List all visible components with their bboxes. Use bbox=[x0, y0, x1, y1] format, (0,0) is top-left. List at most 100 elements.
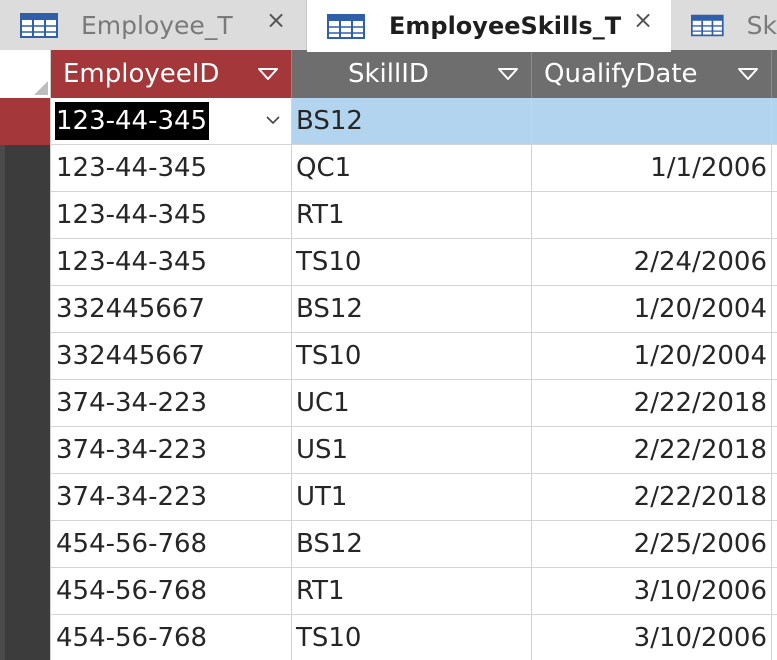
tab-label: EmployeeSkills_T bbox=[389, 12, 622, 40]
qualifydate-cell[interactable]: 3/10/2006 bbox=[532, 615, 772, 660]
table-icon bbox=[691, 14, 724, 36]
employeeid-combo-cell[interactable]: 123-44-345 bbox=[51, 98, 292, 144]
table-row[interactable]: 123-44-345 TS10 2/24/2006 bbox=[0, 239, 777, 286]
tab-label: Sk bbox=[746, 10, 777, 40]
record-selector[interactable] bbox=[0, 521, 51, 568]
record-selector[interactable] bbox=[0, 145, 51, 192]
skillid-cell[interactable]: BS12 bbox=[292, 521, 532, 567]
table-icon bbox=[20, 12, 58, 38]
employeeid-cell[interactable]: 123-44-345 bbox=[51, 145, 292, 191]
next-column-cell[interactable] bbox=[772, 568, 777, 614]
employeeid-cell[interactable]: 332445667 bbox=[51, 286, 292, 332]
table-row[interactable]: 332445667 TS10 1/20/2004 bbox=[0, 333, 777, 380]
qualifydate-cell[interactable]: 2/22/2018 bbox=[532, 380, 772, 426]
employeeid-cell[interactable]: 454-56-768 bbox=[51, 615, 292, 660]
next-column-cell[interactable] bbox=[772, 427, 777, 473]
column-header-label: SkillID bbox=[348, 59, 429, 89]
table-row[interactable]: 123-44-345 RT1 bbox=[0, 192, 777, 239]
column-header-qualifydate[interactable]: QualifyDate bbox=[532, 50, 772, 98]
employeeid-cell[interactable]: 454-56-768 bbox=[51, 521, 292, 567]
record-selector[interactable] bbox=[0, 286, 51, 333]
qualifydate-cell[interactable]: 2/22/2018 bbox=[532, 474, 772, 520]
qualifydate-cell[interactable]: 1/1/2006 bbox=[532, 145, 772, 191]
record-selector[interactable] bbox=[0, 474, 51, 521]
record-selector[interactable] bbox=[0, 615, 51, 660]
next-column-cell[interactable] bbox=[772, 615, 777, 660]
document-tab-strip: Employee_T × EmployeeSkills_T × Sk bbox=[0, 0, 777, 52]
record-selector[interactable] bbox=[0, 98, 51, 145]
skillid-cell[interactable]: QC1 bbox=[292, 145, 532, 191]
next-column-cell[interactable] bbox=[772, 98, 777, 144]
skillid-cell[interactable]: TS10 bbox=[292, 239, 532, 285]
close-icon[interactable]: × bbox=[266, 8, 286, 32]
employeeid-combo-text[interactable]: 123-44-345 bbox=[55, 102, 210, 140]
skillid-cell[interactable]: TS10 bbox=[292, 333, 532, 379]
skillid-cell[interactable]: TS10 bbox=[292, 615, 532, 660]
tab-sk[interactable]: Sk bbox=[671, 0, 777, 50]
employeeid-cell[interactable]: 374-34-223 bbox=[51, 380, 292, 426]
record-selector[interactable] bbox=[0, 380, 51, 427]
next-column-cell[interactable] bbox=[772, 333, 777, 379]
qualifydate-cell[interactable]: 2/25/2006 bbox=[532, 521, 772, 567]
table-row[interactable]: 123-44-345 QC1 1/1/2006 bbox=[0, 145, 777, 192]
table-row[interactable]: 454-56-768 TS10 3/10/2006 bbox=[0, 615, 777, 660]
column-header-employeeid[interactable]: EmployeeID bbox=[51, 50, 292, 98]
record-selector-strip bbox=[0, 98, 5, 145]
skillid-cell[interactable]: BS12 bbox=[292, 98, 532, 144]
qualifydate-cell[interactable]: 1/20/2004 bbox=[532, 333, 772, 379]
qualifydate-cell[interactable] bbox=[532, 98, 772, 144]
record-selector[interactable] bbox=[0, 239, 51, 286]
close-icon[interactable]: × bbox=[633, 8, 653, 32]
table-row[interactable]: 454-56-768 RT1 3/10/2006 bbox=[0, 568, 777, 615]
column-header-next-partial[interactable] bbox=[772, 50, 777, 98]
filter-dropdown-icon[interactable] bbox=[497, 67, 519, 81]
employeeid-cell[interactable]: 123-44-345 bbox=[51, 239, 292, 285]
next-column-cell[interactable] bbox=[772, 192, 777, 238]
next-column-cell[interactable] bbox=[772, 286, 777, 332]
next-column-cell[interactable] bbox=[772, 145, 777, 191]
chevron-down-icon[interactable] bbox=[263, 110, 283, 130]
qualifydate-cell[interactable]: 2/24/2006 bbox=[532, 239, 772, 285]
table-row[interactable]: 374-34-223 US1 2/22/2018 bbox=[0, 427, 777, 474]
qualifydate-cell[interactable] bbox=[532, 192, 772, 238]
qualifydate-cell[interactable]: 3/10/2006 bbox=[532, 568, 772, 614]
column-header-row: EmployeeID SkillID QualifyDate bbox=[0, 50, 777, 98]
record-selector-strip bbox=[0, 427, 5, 474]
record-selector[interactable] bbox=[0, 192, 51, 239]
record-selector[interactable] bbox=[0, 568, 51, 615]
table-row[interactable]: 123-44-345 BS12 bbox=[0, 98, 777, 145]
tab-employee-t[interactable]: Employee_T × bbox=[0, 0, 307, 50]
employeeid-cell[interactable]: 123-44-345 bbox=[51, 192, 292, 238]
select-all-corner[interactable] bbox=[0, 50, 51, 98]
skillid-cell[interactable]: RT1 bbox=[292, 192, 532, 238]
filter-dropdown-icon[interactable] bbox=[737, 67, 759, 81]
table-row[interactable]: 332445667 BS12 1/20/2004 bbox=[0, 286, 777, 333]
select-all-triangle-icon bbox=[34, 81, 48, 95]
qualifydate-cell[interactable]: 2/22/2018 bbox=[532, 427, 772, 473]
column-header-skillid[interactable]: SkillID bbox=[292, 50, 532, 98]
skillid-cell[interactable]: BS12 bbox=[292, 286, 532, 332]
table-row[interactable]: 374-34-223 UT1 2/22/2018 bbox=[0, 474, 777, 521]
record-selector[interactable] bbox=[0, 333, 51, 380]
filter-dropdown-icon[interactable] bbox=[257, 67, 279, 81]
next-column-cell[interactable] bbox=[772, 239, 777, 285]
next-column-cell[interactable] bbox=[772, 380, 777, 426]
skillid-cell[interactable]: US1 bbox=[292, 427, 532, 473]
next-column-cell[interactable] bbox=[772, 474, 777, 520]
record-selector[interactable] bbox=[0, 427, 51, 474]
employeeid-cell[interactable]: 332445667 bbox=[51, 333, 292, 379]
record-selector-strip bbox=[0, 145, 5, 192]
record-selector-strip bbox=[0, 380, 5, 427]
employeeid-cell[interactable]: 374-34-223 bbox=[51, 474, 292, 520]
tab-employeeskills-t[interactable]: EmployeeSkills_T × bbox=[307, 0, 671, 52]
qualifydate-cell[interactable]: 1/20/2004 bbox=[532, 286, 772, 332]
next-column-cell[interactable] bbox=[772, 521, 777, 567]
table-row[interactable]: 454-56-768 BS12 2/25/2006 bbox=[0, 521, 777, 568]
record-selector-strip bbox=[0, 521, 5, 568]
skillid-cell[interactable]: UC1 bbox=[292, 380, 532, 426]
employeeid-cell[interactable]: 454-56-768 bbox=[51, 568, 292, 614]
table-row[interactable]: 374-34-223 UC1 2/22/2018 bbox=[0, 380, 777, 427]
skillid-cell[interactable]: UT1 bbox=[292, 474, 532, 520]
employeeid-cell[interactable]: 374-34-223 bbox=[51, 427, 292, 473]
skillid-cell[interactable]: RT1 bbox=[292, 568, 532, 614]
